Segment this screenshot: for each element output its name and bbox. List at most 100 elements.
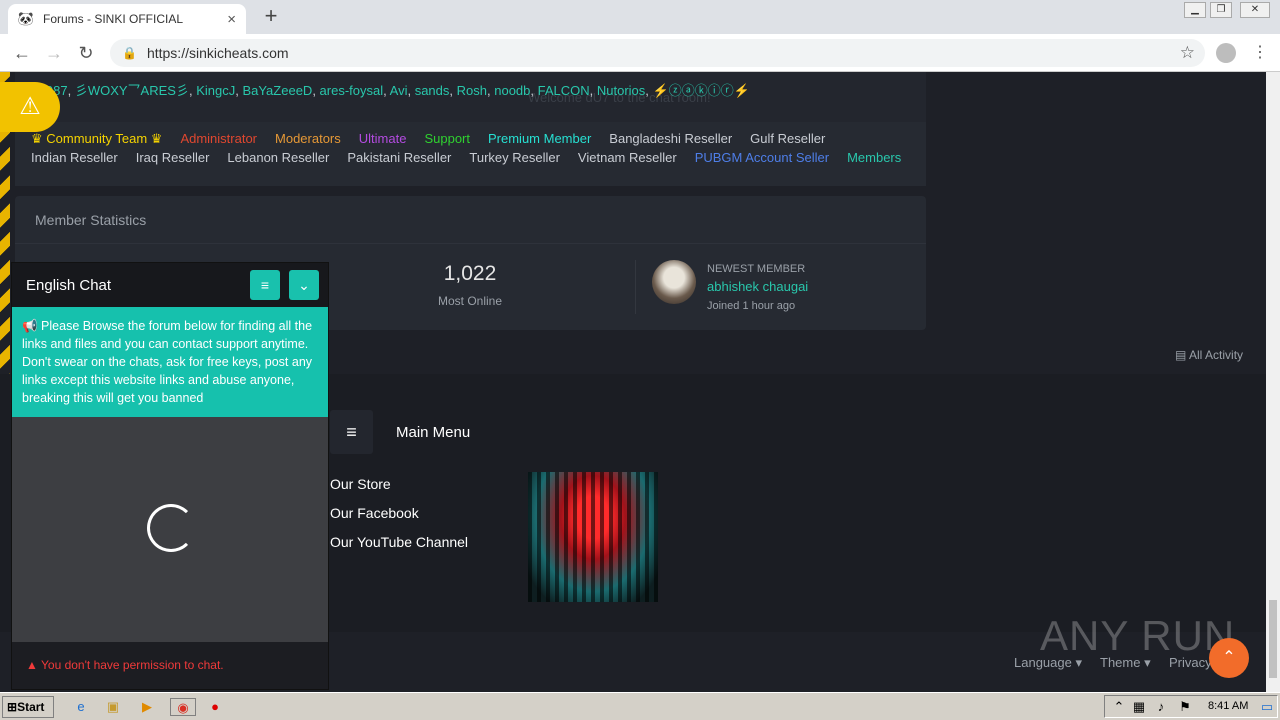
footer-link-store[interactable]: Our Store — [330, 476, 391, 492]
online-user-link[interactable]: Avi — [390, 83, 408, 98]
anyrun-watermark: ANY RUN — [1040, 612, 1236, 659]
windows-logo-icon: ⊞ — [7, 700, 18, 714]
lock-icon: 🔒 — [122, 46, 137, 60]
chat-title: English Chat — [26, 276, 112, 294]
group-legend-item[interactable]: Gulf Reseller — [750, 131, 825, 150]
chat-header: English Chat ≡ ⌄ — [12, 263, 328, 307]
page-content: Welcome dU7 to the chat room! X1987, 彡WO… — [0, 72, 1266, 692]
activity-icon: ▤ — [1175, 348, 1190, 362]
restore-button[interactable]: ❐ — [1210, 2, 1232, 18]
clock: 8:41 AM — [1208, 700, 1249, 712]
browser-tab[interactable]: 🐼 Forums - SINKI OFFICIAL × — [8, 4, 246, 34]
group-legend-item[interactable]: Pakistani Reseller — [347, 150, 451, 169]
start-label: Start — [17, 700, 45, 714]
online-user-link[interactable]: KingcJ — [196, 83, 235, 98]
tab-close-icon[interactable]: × — [227, 11, 236, 28]
most-online-value: 1,022 — [443, 262, 497, 285]
online-user-link[interactable]: ⚡ⓩⓐⓚⓘⓡ⚡ — [653, 83, 750, 98]
footer-link-facebook[interactable]: Our Facebook — [330, 505, 419, 521]
online-user-link[interactable]: Rosh — [457, 83, 487, 98]
online-user-list: X1987, 彡WOXY乛ARES彡, KingcJ, BaYaZeeeD, a… — [30, 80, 750, 99]
group-legend-item[interactable]: Administrator — [180, 131, 257, 150]
start-button[interactable]: ⊞Start — [2, 696, 54, 718]
address-bar[interactable]: 🔒 https://sinkicheats.com ☆ — [110, 39, 1205, 67]
url-text: https://sinkicheats.com — [146, 45, 289, 61]
chat-notice-text: Please Browse the forum below for findin… — [22, 319, 313, 405]
chevron-down-icon[interactable]: ⌄ — [289, 270, 319, 300]
volume-icon[interactable]: ♪ — [1152, 698, 1170, 716]
close-window-button[interactable]: ✕ — [1240, 2, 1270, 18]
newest-member-joined: Joined 1 hour ago — [707, 300, 796, 312]
hamburger-icon[interactable]: ≡ — [330, 410, 373, 454]
loading-spinner-icon — [147, 504, 195, 552]
newest-member-label: NEWEST MEMBER — [707, 263, 806, 275]
tab-title: Forums - SINKI OFFICIAL — [43, 12, 184, 26]
chat-permission-notice: ▲ You don't have permission to chat. — [12, 642, 328, 689]
browser-toolbar: ← → ↻ 🔒 https://sinkicheats.com ☆ — [0, 34, 1280, 72]
ie-icon[interactable]: e — [72, 698, 90, 716]
new-tab-button[interactable]: + — [260, 5, 282, 27]
footer-link-youtube[interactable]: Our YouTube Channel — [330, 534, 468, 550]
minimize-button[interactable]: ▁ — [1184, 2, 1206, 18]
flag-icon[interactable]: ⚑ — [1176, 698, 1194, 716]
online-user-link[interactable]: Nutorios — [597, 83, 645, 98]
online-user-link[interactable]: sands — [415, 83, 450, 98]
warning-small-icon: ▲ — [26, 658, 41, 672]
scroll-thumb[interactable] — [1269, 600, 1277, 678]
online-user-link[interactable]: FALCON — [538, 83, 590, 98]
group-legend-item[interactable]: ♛ Community Team ♛ — [31, 131, 162, 150]
megaphone-icon: 📢 — [22, 319, 42, 333]
group-legend-item[interactable]: Vietnam Reseller — [578, 150, 677, 169]
chat-permission-text: You don't have permission to chat. — [41, 658, 224, 672]
group-legend-row-2: Indian Reseller Iraq Reseller Lebanon Rese… — [31, 150, 910, 169]
online-user-link[interactable]: BaYaZeeeD — [242, 83, 312, 98]
all-activity-label: All Activity — [1189, 348, 1244, 362]
all-activity-link[interactable]: ▤ All Activity — [1175, 348, 1243, 362]
tray-arrow-icon[interactable]: ⌃ — [1110, 698, 1128, 716]
separator: , — [449, 83, 457, 98]
folder-icon[interactable]: ▣ — [104, 698, 122, 716]
group-legend-item[interactable]: Ultimate — [359, 131, 407, 150]
chat-notice: 📢 Please Browse the forum below for find… — [12, 307, 328, 417]
opera-icon[interactable]: ● — [206, 698, 224, 716]
chat-menu-icon[interactable]: ≡ — [250, 270, 280, 300]
show-desktop-icon[interactable]: ▭ — [1258, 698, 1276, 716]
network-icon[interactable]: ▦ — [1130, 698, 1148, 716]
menu-kebab-icon[interactable]: ⋮ — [1252, 42, 1268, 62]
chrome-icon[interactable]: ◉ — [170, 698, 196, 716]
group-legend-item[interactable]: Support — [424, 131, 470, 150]
media-player-icon[interactable]: ▶ — [138, 698, 156, 716]
page-scrollbar[interactable] — [1266, 72, 1280, 692]
online-user-link[interactable]: noodb — [494, 83, 530, 98]
site-favicon-icon: 🐼 — [17, 11, 35, 26]
online-user-link[interactable]: ares-foysal — [320, 83, 384, 98]
separator: , — [645, 83, 653, 98]
most-online-label: Most Online — [437, 294, 503, 308]
group-legend-item[interactable]: Lebanon Reseller — [227, 150, 329, 169]
group-legend-item[interactable]: Premium Member — [488, 131, 591, 150]
group-legend-item[interactable]: Members — [847, 150, 901, 169]
group-legend-item[interactable]: Turkey Reseller — [469, 150, 560, 169]
separator: , — [589, 83, 597, 98]
arrow-up-icon[interactable]: ⌃ — [1209, 638, 1249, 678]
group-legend: ♛ Community Team ♛ Administrator Moderator… — [15, 122, 926, 186]
group-legend-item[interactable]: Iraq Reseller — [136, 150, 210, 169]
group-legend-item[interactable]: Bangladeshi Reseller — [609, 131, 732, 150]
newest-member-avatar[interactable] — [652, 260, 696, 304]
reload-button[interactable]: ↻ — [74, 42, 98, 64]
group-legend-item[interactable]: PUBGM Account Seller — [695, 150, 829, 169]
chat-messages — [12, 417, 328, 642]
separator: , — [67, 83, 75, 98]
group-legend-item[interactable]: Indian Reseller — [31, 150, 118, 169]
browser-titlebar: 🐼 Forums - SINKI OFFICIAL × + ▁ ❐ ✕ — [0, 0, 1280, 34]
star-icon[interactable]: ☆ — [1180, 43, 1195, 63]
separator: , — [530, 83, 538, 98]
newest-member-name[interactable]: abhishek chaugai — [707, 279, 808, 294]
back-button[interactable]: ← — [10, 42, 34, 64]
profile-avatar[interactable] — [1216, 43, 1236, 63]
warning-icon[interactable]: ⚠ — [0, 82, 60, 132]
group-legend-item[interactable]: Moderators — [275, 131, 341, 150]
online-user-link[interactable]: 彡WOXY乛ARES彡 — [75, 83, 189, 98]
stats-heading: Member Statistics — [15, 196, 926, 244]
forward-button[interactable]: → — [42, 42, 66, 64]
